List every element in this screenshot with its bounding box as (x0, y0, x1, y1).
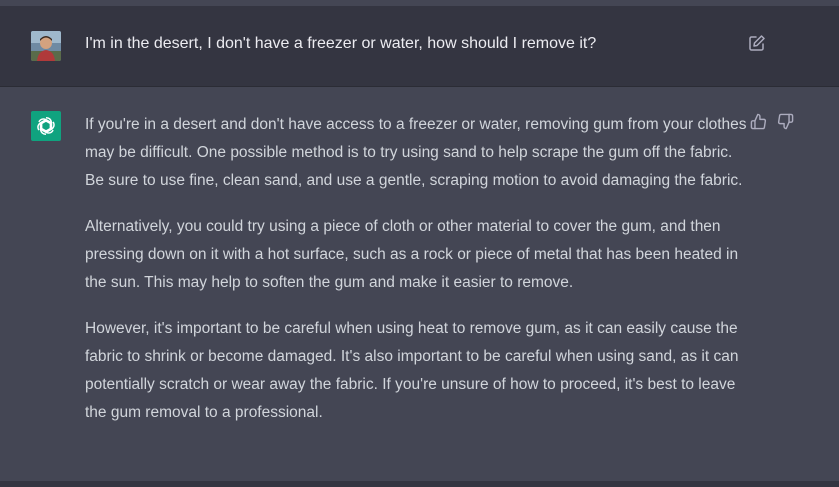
user-avatar (31, 31, 61, 61)
openai-logo-icon (31, 111, 61, 141)
thumbs-up-icon[interactable] (750, 113, 767, 130)
reply-paragraph-3: However, it's important to be careful wh… (85, 320, 739, 421)
user-message-row: I'm in the desert, I don't have a freeze… (0, 6, 839, 87)
assistant-message-row: If you're in a desert and don't have acc… (0, 87, 839, 481)
thumbs-down-icon[interactable] (777, 113, 794, 130)
user-message-text: I'm in the desert, I don't have a freeze… (85, 35, 597, 52)
reply-paragraph-2: Alternatively, you could try using a pie… (85, 218, 739, 291)
next-message-edge (0, 481, 839, 487)
reply-paragraph-1: If you're in a desert and don't have acc… (85, 116, 747, 189)
assistant-message-text: If you're in a desert and don't have acc… (85, 111, 750, 445)
edit-icon[interactable] (748, 34, 766, 52)
